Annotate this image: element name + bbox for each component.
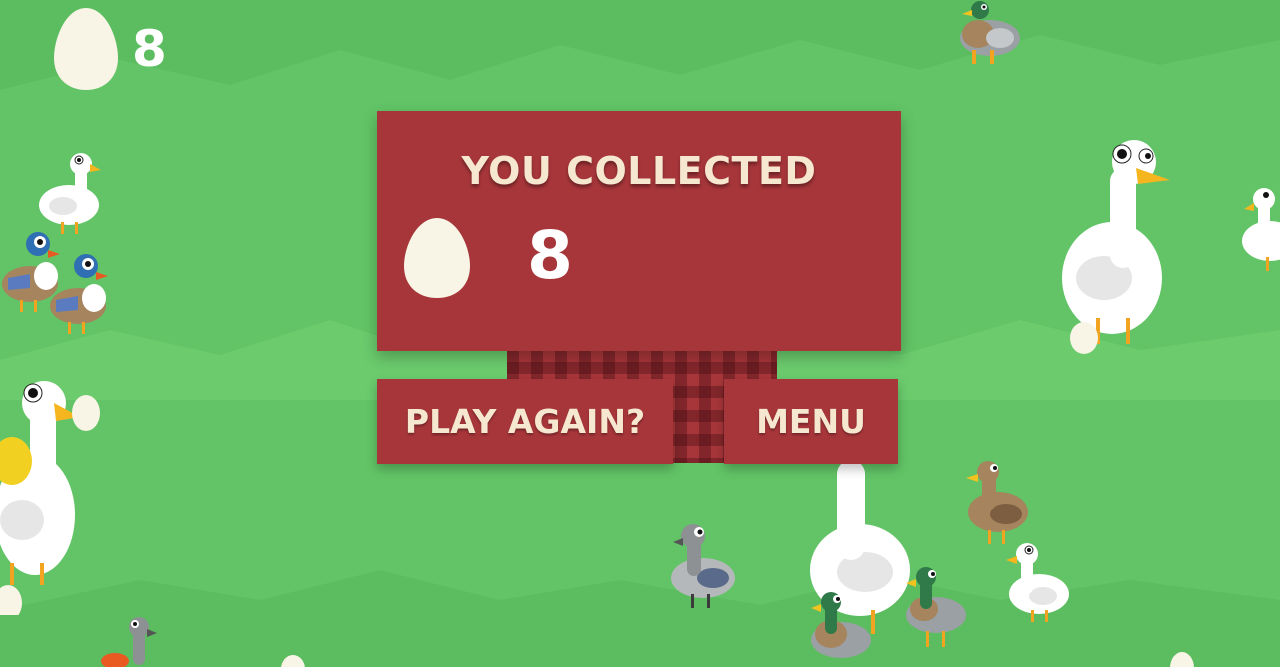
grey-duck — [671, 524, 735, 608]
white-goose — [0, 381, 100, 615]
hud-egg-count: 8 — [132, 20, 167, 78]
mandarin-duck — [50, 254, 108, 334]
results-title: YOU COLLECTED — [461, 149, 817, 193]
menu-button[interactable]: MENU — [724, 379, 898, 464]
white-duck — [1242, 188, 1280, 271]
play-again-button[interactable]: PLAY AGAIN? — [377, 379, 673, 464]
grey-duck — [101, 617, 157, 667]
egg-icon — [281, 655, 305, 667]
egg-icon — [1170, 652, 1194, 667]
results-panel: YOU COLLECTED 8 — [377, 111, 901, 351]
white-duck — [39, 153, 101, 234]
play-again-label: PLAY AGAIN? — [404, 402, 646, 441]
white-goose — [1062, 140, 1170, 354]
menu-label: MENU — [756, 402, 866, 441]
results-egg-count: 8 — [527, 217, 573, 294]
hud-egg-counter: 8 — [52, 6, 167, 92]
brown-duck — [966, 461, 1028, 544]
egg-icon — [54, 8, 118, 90]
mallard-duck — [811, 592, 871, 658]
mallard-duck — [906, 567, 966, 647]
mallard-duck — [960, 1, 1020, 64]
white-duck — [1006, 543, 1069, 622]
egg-icon — [404, 218, 470, 298]
